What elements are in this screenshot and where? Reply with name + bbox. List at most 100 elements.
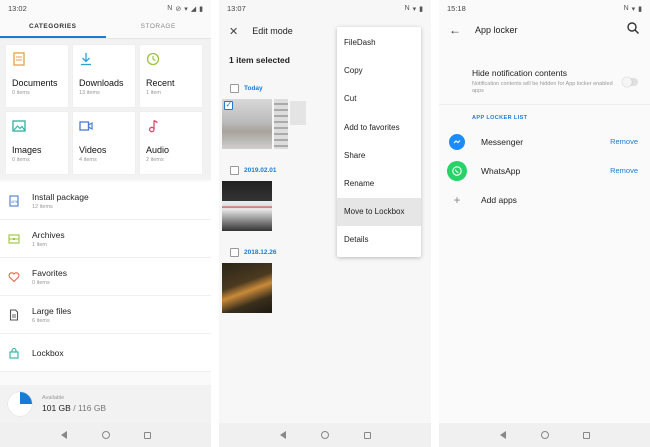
image-icon xyxy=(12,120,26,132)
app-name: WhatsApp xyxy=(481,165,521,176)
nfc-icon: N xyxy=(623,5,629,12)
status-icons: N ▾ ▮ xyxy=(405,5,423,13)
status-bar: 13:07 N ▾ ▮ xyxy=(219,0,431,17)
music-icon xyxy=(148,119,158,133)
battery-icon: ▮ xyxy=(199,5,203,13)
close-icon[interactable]: ✕ xyxy=(229,25,238,38)
list-count: 6 items xyxy=(32,317,50,324)
tile-documents[interactable]: Documents 0 items xyxy=(6,45,68,107)
tile-downloads[interactable]: Downloads 13 items xyxy=(73,45,135,107)
setting-title: Hide notification contents xyxy=(472,68,567,78)
add-apps-button[interactable]: + Add apps xyxy=(439,185,650,214)
tab-bar: CATEGORIES STORAGE xyxy=(0,17,211,39)
back-icon xyxy=(499,431,506,439)
tile-images[interactable]: Images 0 items xyxy=(6,112,68,174)
menu-item-copy[interactable]: Copy xyxy=(337,57,421,85)
date-checkbox[interactable] xyxy=(230,247,239,257)
category-grid: Documents 0 items Downloads 13 items Rec… xyxy=(0,39,211,174)
heart-icon xyxy=(8,271,20,282)
list-label: Favorites xyxy=(32,267,67,278)
nav-recents-button[interactable] xyxy=(363,431,371,439)
tile-label: Images xyxy=(12,145,42,155)
remove-whatsapp-button[interactable]: Remove xyxy=(610,166,638,175)
image-thumbnail[interactable] xyxy=(222,181,272,231)
hide-notification-toggle[interactable] xyxy=(622,77,638,87)
date-label: Today xyxy=(244,84,263,92)
list-label: Large files xyxy=(32,305,72,316)
app-row-whatsapp: WhatsApp Remove xyxy=(439,156,650,185)
hide-notification-setting[interactable]: Hide notification contents Notification … xyxy=(439,64,650,104)
nav-back-button[interactable] xyxy=(499,431,507,439)
list-label: Lockbox xyxy=(32,347,64,358)
status-bar: 13:02 N ⊘ ▾ ◢ ▮ xyxy=(0,0,211,17)
list-count: 1 item xyxy=(32,241,47,248)
nav-back-button[interactable] xyxy=(279,431,287,439)
tab-categories[interactable]: CATEGORIES xyxy=(0,17,106,38)
nav-home-button[interactable] xyxy=(540,431,549,439)
image-thumbnail[interactable] xyxy=(274,99,288,149)
menu-item-share[interactable]: Share xyxy=(337,142,421,170)
list-label: Install package xyxy=(32,191,89,202)
tile-count: 4 items xyxy=(79,157,97,163)
status-icons: N ⊘ ▾ ◢ ▮ xyxy=(167,5,203,13)
menu-item-add-to-favorites[interactable]: Add to favorites xyxy=(337,114,421,142)
wifi-icon: ▾ xyxy=(184,5,188,13)
list-item-install-package[interactable]: APK Install package 12 items xyxy=(0,182,211,220)
back-arrow-icon[interactable]: ← xyxy=(449,23,461,37)
tile-count: 13 items xyxy=(79,90,100,96)
nav-back-button[interactable] xyxy=(60,431,68,439)
list-item-archives[interactable]: Archives 1 item xyxy=(0,220,211,258)
category-grid-area: Documents 0 items Downloads 13 items Rec… xyxy=(0,39,211,180)
nav-home-button[interactable] xyxy=(321,431,329,439)
storage-summary[interactable]: Available 101 GB / 116 GB xyxy=(0,385,211,423)
app-row-messenger: Messenger Remove xyxy=(439,127,650,156)
search-icon[interactable] xyxy=(626,21,640,35)
nav-bar xyxy=(219,423,431,447)
list-item-favorites[interactable]: Favorites 0 items xyxy=(0,258,211,296)
selected-checkbox[interactable] xyxy=(224,100,233,110)
home-icon xyxy=(540,431,549,439)
image-thumbnail[interactable] xyxy=(290,101,306,125)
lock-icon xyxy=(9,347,19,359)
menu-item-move-to-lockbox[interactable]: Move to Lockbox xyxy=(337,198,421,227)
date-label: 2019.02.01 xyxy=(244,166,277,174)
menu-item-cut[interactable]: Cut xyxy=(337,85,421,113)
date-checkbox[interactable] xyxy=(230,83,239,93)
page-title: Edit mode xyxy=(252,26,293,36)
storage-total: / 116 GB xyxy=(70,403,107,413)
nav-recents-button[interactable] xyxy=(583,431,591,439)
app-name: Messenger xyxy=(481,136,524,147)
home-icon xyxy=(321,431,329,439)
remove-messenger-button[interactable]: Remove xyxy=(610,137,638,146)
wifi-icon: ▾ xyxy=(412,5,417,13)
category-list: APK Install package 12 items Archives 1 it… xyxy=(0,182,211,372)
tile-recent[interactable]: Recent 1 item xyxy=(140,45,202,107)
menu-item-rename[interactable]: Rename xyxy=(337,170,421,198)
list-item-large-files[interactable]: Large files 6 items xyxy=(0,296,211,334)
nfc-icon: N xyxy=(167,5,173,12)
nav-recents-button[interactable] xyxy=(144,431,152,439)
date-label: 2018.12.26 xyxy=(244,248,277,256)
tile-audio[interactable]: Audio 2 items xyxy=(140,112,202,174)
image-thumbnail-selected[interactable] xyxy=(222,99,272,149)
whatsapp-icon xyxy=(447,160,467,181)
status-time: 15:18 xyxy=(447,4,466,13)
nav-bar xyxy=(0,423,211,447)
download-icon xyxy=(81,53,91,66)
nav-home-button[interactable] xyxy=(101,431,110,439)
tab-storage[interactable]: STORAGE xyxy=(106,17,212,38)
menu-item-filedash[interactable]: FileDash xyxy=(337,29,421,57)
image-thumbnail[interactable] xyxy=(222,263,272,313)
date-checkbox[interactable] xyxy=(230,165,239,175)
wifi-icon: ▾ xyxy=(631,5,636,13)
page-title: App locker xyxy=(475,24,518,35)
nfc-icon: N xyxy=(404,5,410,12)
menu-item-details[interactable]: Details xyxy=(337,226,421,254)
list-item-lockbox[interactable]: Lockbox xyxy=(0,334,211,372)
tile-videos[interactable]: Videos 4 items xyxy=(73,112,135,174)
storage-available-label: Available xyxy=(42,395,65,401)
tile-label: Audio xyxy=(146,145,170,155)
status-bar: 15:18 N ▾ ▮ xyxy=(439,0,650,17)
section-header: APP LOCKER LIST xyxy=(439,104,650,127)
back-icon xyxy=(60,431,67,439)
